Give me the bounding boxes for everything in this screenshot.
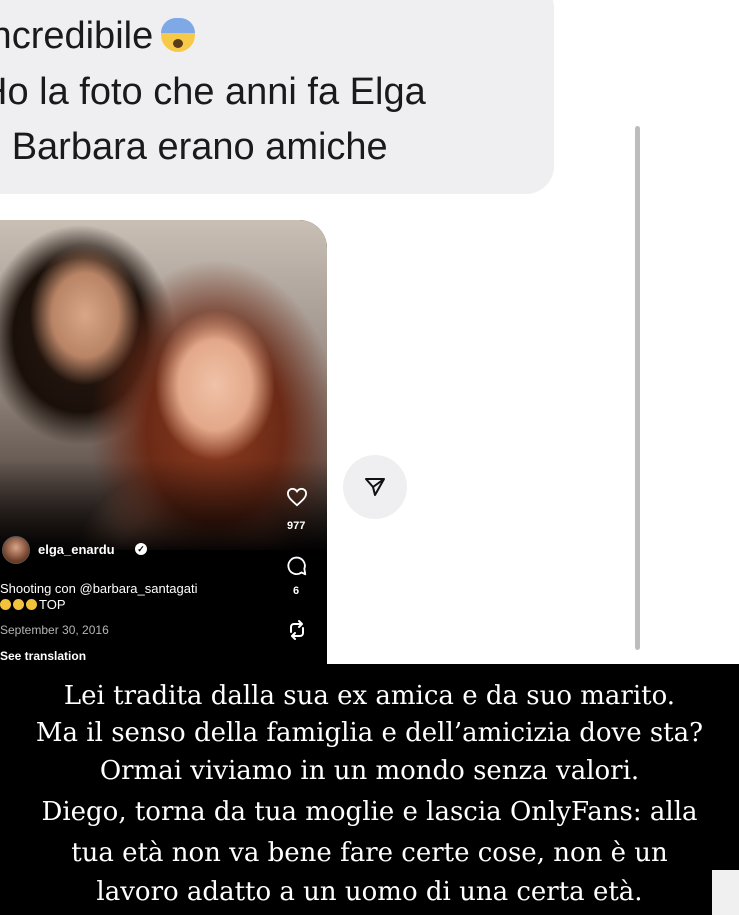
scrollbar[interactable] [635, 126, 640, 650]
heart-icon[interactable] [286, 487, 308, 507]
overlay-line-6: lavoro adatto a un uomo di una certa età… [96, 877, 643, 907]
message-line-2: Ho la foto che anni fa Elga [0, 71, 426, 113]
avatar[interactable] [2, 536, 30, 564]
story-text-overlay: Lei tradita dalla sua ex amica e da suo … [0, 664, 739, 915]
caption-top-text: TOP [39, 597, 66, 612]
heart-eyes-emoji-icon [0, 599, 11, 610]
message-line-1: Incredibile [0, 15, 196, 57]
anxious-face-emoji-icon [161, 18, 196, 52]
post-caption-line-1: Shooting con @barbara_santagati [0, 581, 198, 596]
heart-eyes-emoji-icon [26, 599, 37, 610]
overlay-line-5: tua età non va bene fare certe cose, non… [71, 838, 668, 868]
message-line-3: e Barbara erano amiche [0, 126, 388, 168]
share-button[interactable] [343, 455, 407, 519]
overlay-line-1: Lei tradita dalla sua ex amica e da suo … [63, 681, 676, 711]
verified-icon: ✓ [135, 543, 147, 555]
post-username[interactable]: elga_enardu [38, 542, 115, 557]
message-bubble[interactable]: Incredibile Ho la foto che anni fa Elga … [0, 0, 554, 194]
photo-fade [0, 460, 327, 555]
post-date: September 30, 2016 [0, 623, 109, 637]
overlay-line-2: Ma il senso della famiglia e dell’amiciz… [35, 718, 704, 748]
message-text-1: Incredibile [0, 15, 154, 57]
repost-icon[interactable] [285, 618, 309, 642]
like-count: 977 [287, 520, 306, 532]
heart-eyes-emoji-icon [13, 599, 24, 610]
comment-icon[interactable] [286, 555, 308, 577]
comment-count: 6 [293, 585, 300, 597]
send-icon [365, 478, 385, 496]
background-edge [712, 870, 739, 915]
overlay-line-3: Ormai viviamo in un mondo senza valori. [99, 756, 640, 786]
post-caption-line-2: TOP [0, 597, 66, 612]
overlay-line-4: Diego, torna da tua moglie e lascia Only… [41, 797, 698, 827]
see-translation-link[interactable]: See translation [0, 649, 86, 663]
